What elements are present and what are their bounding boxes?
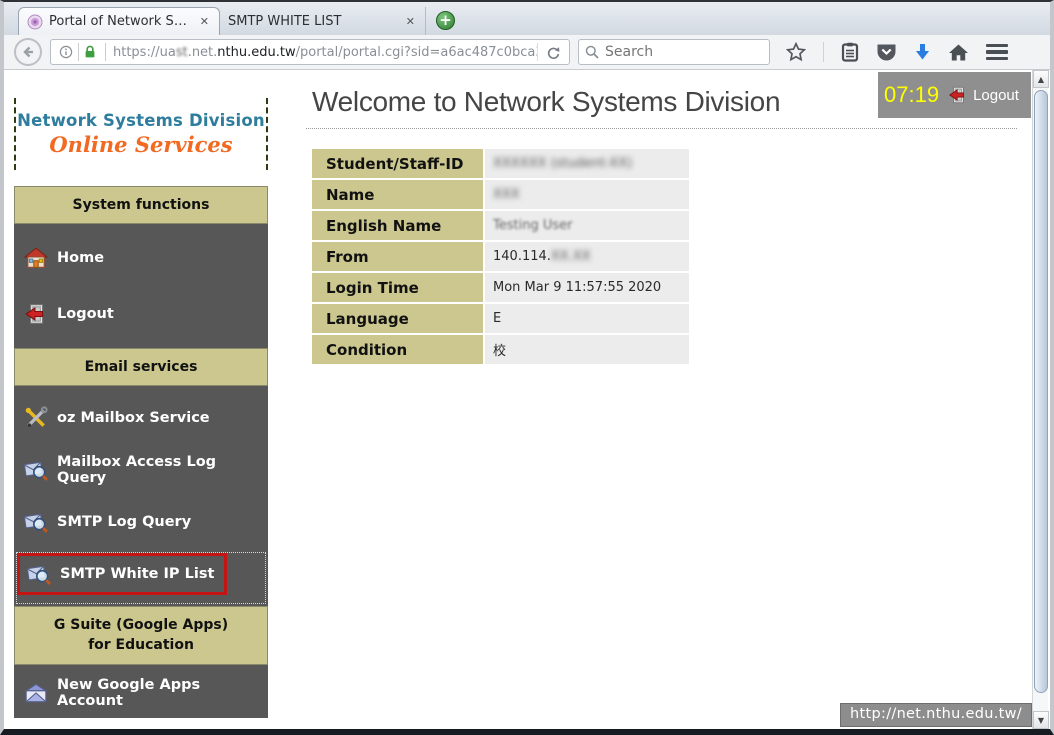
sidebar-item-label: oz Mailbox Service [57, 410, 210, 426]
page-content: Network Systems Division Online Services… [4, 70, 1050, 729]
sidebar-item-label: Mailbox Access Log Query [57, 454, 268, 486]
table-row: English Name Testing User [312, 211, 689, 240]
table-row: From 140.114.XX.XX [312, 242, 689, 271]
mail-search-icon [24, 458, 48, 482]
row-value: Mon Mar 9 11:57:55 2020 [485, 273, 689, 302]
blurred-value: Testing User [493, 218, 572, 233]
row-label: English Name [312, 211, 483, 240]
bookmarks-list-icon[interactable] [841, 42, 859, 62]
logout-icon [948, 85, 968, 105]
pocket-icon[interactable] [876, 43, 897, 62]
mail-search-icon [24, 510, 48, 534]
divider [105, 43, 106, 61]
reload-button[interactable] [537, 43, 565, 61]
session-info-table: Student/Staff-ID XXXXXX (student-XX) Nam… [310, 147, 691, 366]
page-info-icon[interactable] [59, 45, 73, 59]
menu-gsuite: New Google Apps Account [14, 665, 268, 718]
menu-email-services: oz Mailbox Service Mailbox Access Log Qu… [14, 386, 268, 606]
sidebar: Network Systems Division Online Services… [14, 98, 268, 718]
section-email-services: Email services [14, 348, 268, 386]
row-label: Name [312, 180, 483, 209]
main-panel: Welcome to Network Systems Division 07:1… [306, 70, 1032, 366]
sidebar-item-label: New Google Apps Account [57, 677, 268, 709]
tab-smtp-white-list[interactable]: SMTP WHITE LIST ✕ [220, 7, 426, 35]
table-row: Condition 校 [312, 335, 689, 364]
sidebar-item-label: Logout [57, 306, 114, 322]
row-label: Condition [312, 335, 483, 364]
tab-title: Portal of Network Sys... [49, 14, 192, 29]
row-value: 校 [485, 335, 689, 364]
site-logo: Network Systems Division Online Services [14, 98, 268, 170]
navigation-toolbar: https://uast.net.nthu.edu.tw/portal/port… [4, 35, 1050, 70]
row-value: 140.114. [493, 249, 551, 264]
sidebar-item-smtp-log-query[interactable]: SMTP Log Query [14, 496, 268, 548]
nthu-favicon-icon [27, 14, 43, 30]
tab-close-icon[interactable]: ✕ [404, 15, 417, 28]
row-label: Login Time [312, 273, 483, 302]
logout-link[interactable]: Logout [973, 87, 1019, 104]
tab-portal[interactable]: Portal of Network Sys... ✕ [18, 7, 220, 35]
row-label: Language [312, 304, 483, 333]
url-bar[interactable]: https://uast.net.nthu.edu.tw/portal/port… [50, 39, 570, 65]
back-button[interactable] [14, 38, 42, 66]
https-lock-icon[interactable] [84, 45, 96, 59]
search-input[interactable] [605, 44, 735, 60]
tools-icon [24, 406, 48, 430]
mail-search-icon [27, 562, 51, 586]
sidebar-item-new-google-apps-account[interactable]: New Google Apps Account [14, 675, 268, 711]
row-label: Student/Staff-ID [312, 149, 483, 178]
sidebar-item-label: SMTP White IP List [60, 566, 214, 582]
session-timer-box: 07:19 Logout [878, 72, 1031, 118]
red-highlight-annotation: SMTP White IP List [17, 553, 227, 595]
scroll-up-button[interactable]: ▲ [1033, 70, 1049, 88]
tab-bar: Portal of Network Sys... ✕ SMTP WHITE LI… [4, 2, 1050, 35]
tab-close-icon[interactable]: ✕ [198, 15, 211, 28]
home-toolbar-icon[interactable] [948, 43, 969, 62]
search-box[interactable] [578, 39, 770, 65]
bookmark-star-icon[interactable] [786, 42, 806, 62]
scrollbar-thumb[interactable] [1034, 90, 1048, 693]
back-arrow-icon [21, 45, 35, 59]
row-label: From [312, 242, 483, 271]
menu-hamburger-icon[interactable] [986, 44, 1008, 61]
vertical-scrollbar[interactable]: ▲ ▼ [1032, 70, 1048, 729]
table-row: Login Time Mon Mar 9 11:57:55 2020 [312, 273, 689, 302]
blurred-value: XXX [493, 187, 520, 202]
divider [78, 43, 79, 61]
section-gsuite: G Suite (Google Apps) for Education [14, 606, 268, 665]
blurred-value: XXXXXX (student-XX) [493, 156, 632, 171]
status-link-preview: http://net.nthu.edu.tw/ [840, 703, 1032, 727]
logo-subtitle: Online Services [49, 132, 232, 157]
divider [823, 42, 824, 62]
url-text[interactable]: https://uast.net.nthu.edu.tw/portal/port… [113, 45, 537, 60]
table-row: Student/Staff-ID XXXXXX (student-XX) [312, 149, 689, 178]
browser-window: Portal of Network Sys... ✕ SMTP WHITE LI… [0, 0, 1054, 735]
row-value: E [485, 304, 689, 333]
sidebar-item-oz-mailbox-service[interactable]: oz Mailbox Service [14, 392, 268, 444]
table-row: Language E [312, 304, 689, 333]
scroll-down-button[interactable]: ▼ [1033, 711, 1049, 729]
logout-icon [24, 302, 48, 326]
logo-title: Network Systems Division [17, 111, 265, 130]
new-tab-button[interactable]: + [436, 11, 455, 30]
home-icon [24, 246, 48, 270]
sidebar-item-label: SMTP Log Query [57, 514, 191, 530]
tab-title: SMTP WHITE LIST [228, 14, 398, 29]
downloads-icon[interactable] [914, 43, 931, 62]
sidebar-item-label: Home [57, 250, 104, 266]
blurred-value: XX.XX [551, 249, 591, 264]
table-row: Name XXX [312, 180, 689, 209]
sidebar-item-home[interactable]: Home [14, 230, 268, 286]
session-countdown: 07:19 [884, 82, 939, 108]
url-masked-segment: st [176, 45, 188, 60]
search-icon [585, 45, 599, 59]
envelope-icon [24, 681, 48, 705]
section-system-functions: System functions [14, 186, 268, 224]
sidebar-item-logout[interactable]: Logout [14, 286, 268, 342]
menu-system-functions: Home Logout [14, 224, 268, 348]
sidebar-item-mailbox-access-log-query[interactable]: Mailbox Access Log Query [14, 444, 268, 496]
sidebar-item-smtp-white-ip-list[interactable]: SMTP White IP List [14, 548, 268, 600]
